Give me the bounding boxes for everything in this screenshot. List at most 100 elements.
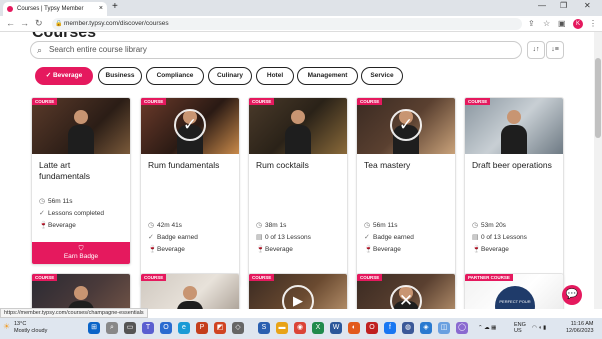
teams-icon[interactable]: T — [142, 322, 154, 334]
new-tab-button[interactable]: + — [112, 1, 118, 12]
network-volume-battery-icons[interactable]: ◠ ◖ ▮ — [532, 325, 546, 331]
system-clock[interactable]: 11:16 AM 12/06/2023 — [566, 321, 594, 335]
search-input[interactable]: ⌕ Search entire course library — [30, 41, 522, 59]
maximize-icon[interactable]: ❐ — [560, 1, 567, 10]
tab-title: Courses | Typsy Member — [17, 6, 84, 12]
app-badge-icon[interactable]: ◫ — [438, 322, 450, 334]
forward-icon[interactable]: → — [20, 18, 29, 28]
earn-badge-button[interactable]: ⛉ Earn Badge — [32, 242, 130, 264]
chat-button[interactable]: 💬 — [562, 285, 582, 305]
app-blue-icon[interactable]: ◈ — [420, 322, 432, 334]
share-icon[interactable]: ⇪ — [528, 19, 535, 28]
search-placeholder: Search entire course library — [49, 45, 147, 54]
course-card-row2-1[interactable]: COURSE — [31, 273, 131, 309]
back-icon[interactable]: ← — [6, 18, 15, 28]
sidebar-icon[interactable]: ▣ — [558, 19, 566, 28]
course-title: Rum fundamentals — [148, 160, 220, 170]
filter-chip-culinary[interactable]: Culinary — [208, 67, 252, 85]
filter-chip-hotel[interactable]: Hotel — [256, 67, 294, 85]
file-explorer-icon[interactable]: ▬ — [276, 322, 288, 334]
filter-label: Service — [370, 72, 394, 79]
course-card-row2-4[interactable]: ✕ COURSE — [356, 273, 456, 309]
status-bar-url: https://member.typsy.com/courses/champag… — [0, 308, 148, 318]
search-icon: ⌕ — [37, 45, 43, 55]
url-field[interactable]: 🔒 member.typsy.com/discover/courses — [52, 18, 522, 30]
bookmark-star-icon[interactable]: ☆ — [543, 19, 550, 28]
filter-chip-management[interactable]: Management — [297, 67, 358, 85]
clock-time: 11:16 AM — [570, 321, 594, 327]
reload-icon[interactable]: ↻ — [35, 18, 43, 29]
filter-chip-business[interactable]: Business — [98, 67, 142, 85]
course-card-latte-art[interactable]: COURSE Latte art fundamentals ◷ 56m 11s ✓… — [31, 97, 131, 265]
course-card-rum-cocktails[interactable]: COURSE Rum cocktails ◷ 38m 1s ▤ 0 of 13 Le… — [248, 97, 348, 287]
weather-widget[interactable]: 13°C Mostly cloudy — [14, 321, 47, 335]
category-text: Beverage — [157, 246, 185, 253]
duration-text: 56m 11s — [48, 198, 73, 205]
minimize-icon[interactable]: — — [538, 1, 546, 10]
play-icon[interactable]: ▶ — [282, 285, 314, 309]
lock-icon: 🔒 — [55, 21, 63, 27]
course-category: 🍷Beverage — [357, 244, 455, 256]
word-icon[interactable]: W — [330, 322, 342, 334]
sort-descending-button[interactable]: ↓≡ — [546, 41, 564, 59]
chrome-icon[interactable]: ◉ — [294, 322, 306, 334]
course-card-draft-beer[interactable]: COURSE Draft beer operations ◷ 53m 20s ▤ 0… — [464, 97, 564, 287]
course-card-row2-5[interactable]: PERFECT POUR PARTNER COURSE — [464, 273, 564, 309]
filter-chip-service[interactable]: Service — [361, 67, 403, 85]
language-indicator[interactable]: ENG US — [514, 322, 526, 334]
firefox-icon[interactable]: ◐ — [348, 322, 360, 334]
course-thumbnail: COURSE — [32, 274, 130, 309]
course-badge: COURSE — [141, 274, 167, 281]
clock-icon: ◷ — [256, 222, 263, 229]
course-badge: COURSE — [32, 98, 58, 105]
course-status: ✓ Lessons completed — [32, 208, 130, 220]
app-purple-icon[interactable]: ◯ — [456, 322, 468, 334]
task-view-icon[interactable]: ▭ — [124, 322, 136, 334]
course-badge: COURSE — [465, 98, 491, 105]
filter-chip-beverage[interactable]: ✓ Beverage — [35, 67, 93, 85]
url-text: member.typsy.com/discover/courses — [64, 20, 169, 27]
instructor-photo — [177, 286, 203, 309]
course-card-rum-fundamentals[interactable]: ✓ COURSE Rum fundamentals ◷ 42m 41s ✓ Badg… — [140, 97, 240, 287]
course-badge: COURSE — [141, 98, 167, 105]
window-close-icon[interactable]: ✕ — [584, 1, 591, 10]
scrollbar-thumb[interactable] — [595, 58, 601, 138]
status-text: 0 of 13 Lessons — [265, 234, 311, 241]
close-tab-icon[interactable]: × — [99, 2, 103, 16]
office-icon[interactable]: ◩ — [214, 322, 226, 334]
outlook-icon[interactable]: O — [160, 322, 172, 334]
browser-tab[interactable]: Courses | Typsy Member × — [3, 2, 107, 16]
tray-icons[interactable]: ⌃ ☁ ▦ — [478, 325, 496, 331]
course-card-row2-2[interactable]: COURSE — [140, 273, 240, 309]
profile-avatar[interactable]: K — [573, 19, 583, 29]
category-text: Beverage — [481, 246, 509, 253]
app-icon[interactable]: ◇ — [232, 322, 244, 334]
course-card-row2-3[interactable]: ▶ COURSE — [248, 273, 348, 309]
wine-glass-icon: 🍷 — [364, 246, 373, 253]
messenger-icon[interactable]: ◍ — [402, 322, 414, 334]
course-thumbnail: COURSE — [32, 98, 130, 154]
edge-icon[interactable]: e — [178, 322, 190, 334]
menu-dots-icon[interactable]: ⋮ — [589, 19, 597, 28]
powerpoint-icon[interactable]: P — [196, 322, 208, 334]
sort-ascending-button[interactable]: ↓↑ — [527, 41, 545, 59]
course-status: ▤ 0 of 13 Lessons — [249, 232, 347, 244]
course-card-tea-mastery[interactable]: ✓ COURSE Tea mastery ◷ 56m 11s ✓ Badge ear… — [356, 97, 456, 287]
facebook-icon[interactable]: f — [384, 322, 396, 334]
course-thumbnail: PERFECT POUR PARTNER COURSE — [465, 274, 563, 309]
course-duration: ◷ 38m 1s — [249, 220, 347, 232]
award-icon: ⛉ — [78, 245, 84, 252]
search-taskbar-icon[interactable]: ⌕ — [106, 322, 118, 334]
filter-chip-compliance[interactable]: Compliance — [146, 67, 204, 85]
excel-icon[interactable]: X — [312, 322, 324, 334]
course-status: ✓ Badge earned — [357, 232, 455, 244]
partner-logo: PERFECT POUR — [495, 286, 535, 309]
lang-region: US — [514, 328, 522, 334]
store-icon[interactable]: S — [258, 322, 270, 334]
status-text: 0 of 13 Lessons — [481, 234, 527, 241]
page-scrollbar[interactable] — [594, 32, 602, 309]
wine-glass-icon: 🍷 — [148, 246, 157, 253]
start-windows-icon[interactable]: ⊞ — [88, 322, 100, 334]
opera-icon[interactable]: O — [366, 322, 378, 334]
clock-icon: ◷ — [39, 198, 46, 205]
